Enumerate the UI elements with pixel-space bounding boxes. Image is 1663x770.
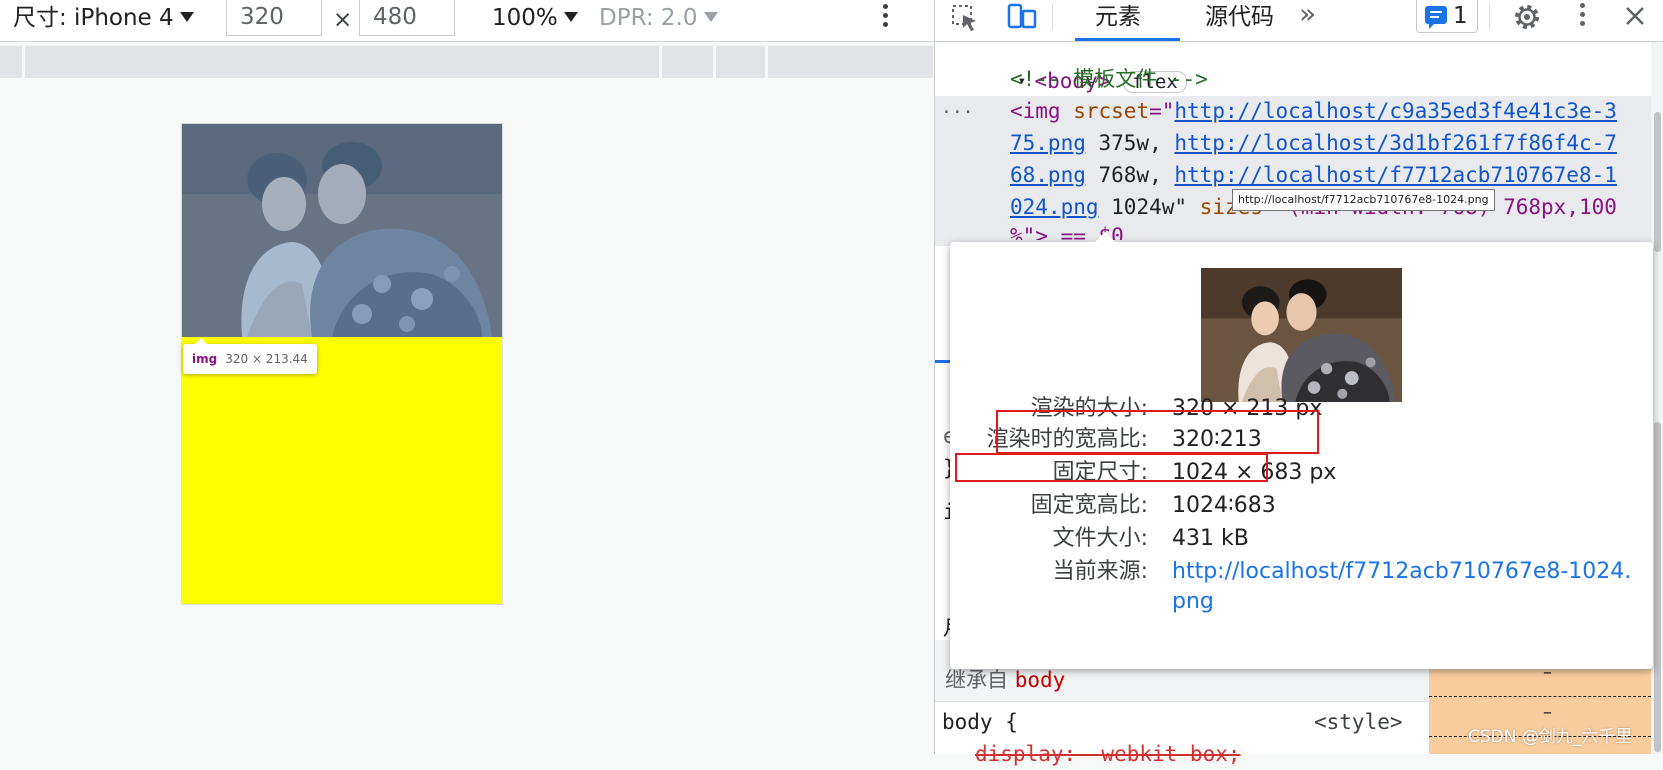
ruler-segment[interactable]: [713, 46, 716, 78]
dom-line-img-2[interactable]: 75.png 375w, http://localhost/3d1bf261f7…: [1010, 127, 1617, 159]
preview-row-file-size: 文件大小: 431 kB: [1052, 526, 1249, 551]
style-rule-selector[interactable]: body {: [942, 706, 1018, 738]
inherited-from-body-link[interactable]: body: [1015, 668, 1066, 692]
dpr-select[interactable]: DPR: 2.0: [599, 4, 718, 32]
inspect-highlight-overlay: [182, 124, 502, 337]
divider: [1489, 4, 1490, 30]
tooltip-dims: 320 × 213.44: [225, 352, 308, 366]
device-select[interactable]: 尺寸: iPhone 4: [13, 4, 194, 32]
chevron-down-icon: [179, 12, 194, 22]
srcset-link-1024[interactable]: http://localhost/f7712acb710767e8-1: [1174, 163, 1617, 187]
preview-row-current-source: 当前来源: http://localhost/f7712acb710767e8-1…: [950, 557, 1653, 614]
img-element-highlight[interactable]: [182, 124, 502, 337]
annotation-box-rendered-ratio: [955, 453, 1268, 482]
inspect-element-icon[interactable]: [950, 3, 980, 33]
issues-count: 1: [1453, 3, 1468, 29]
box-border-value[interactable]: –: [1543, 702, 1552, 723]
tooltip-tag: img: [192, 352, 218, 366]
srcset-link-768-end[interactable]: 68.png: [1010, 163, 1086, 187]
width-input[interactable]: 320: [226, 0, 322, 36]
height-input[interactable]: 480: [359, 0, 455, 36]
srcset-link-1024-end[interactable]: 024.png: [1010, 195, 1099, 219]
dom-line-img-3[interactable]: 68.png 768w, http://localhost/f7712acb71…: [1010, 159, 1617, 191]
dom-comment[interactable]: <!-- 模板文件 -->: [1010, 63, 1208, 95]
more-options-icon[interactable]: [881, 4, 889, 31]
image-preview-popup: 渲染的大小: 320 × 213 px 渲染时的宽高比: 320∶213 固定尺寸:…: [950, 232, 1653, 669]
device-toolbar: 尺寸: iPhone 4 320 × 480 100% DPR: 2.0: [0, 0, 933, 42]
chevron-down-icon: [703, 12, 718, 22]
times-sign: ×: [333, 7, 353, 33]
overridden-declaration[interactable]: display: -webkit-box;: [975, 738, 1241, 770]
message-icon: [1425, 6, 1447, 29]
ruler-segment[interactable]: [659, 46, 662, 78]
srcset-link-768[interactable]: http://localhost/3d1bf261f7f86f4c-7: [1174, 131, 1617, 155]
node-actions-ellipsis[interactable]: ...: [941, 92, 974, 124]
link-url-tooltip: http://localhost/f7712acb710767e8-1024.p…: [1232, 189, 1495, 211]
tab-elements[interactable]: 元素: [1095, 2, 1141, 32]
current-source-link[interactable]: http://localhost/f7712acb710767e8-1024.p…: [1172, 557, 1632, 617]
element-size-tooltip: img 320 × 213.44: [183, 338, 317, 374]
watermark-text: CSDN @剑九_六千里: [1468, 727, 1633, 747]
more-tabs-icon[interactable]: »: [1299, 0, 1316, 29]
settings-gear-icon[interactable]: [1511, 1, 1543, 33]
device-label: 尺寸: iPhone 4: [13, 5, 174, 31]
chevron-down-icon: [563, 12, 578, 22]
zoom-select[interactable]: 100%: [492, 4, 578, 32]
divider: [1052, 4, 1053, 30]
preview-row-intrinsic-ratio: 固定宽高比: 1024∶683: [1030, 493, 1276, 518]
dom-line-img-1[interactable]: <img srcset="http://localhost/c9a35ed3f4…: [1010, 95, 1617, 127]
srcset-link-375[interactable]: http://localhost/c9a35ed3f4e41c3e-3: [1174, 99, 1617, 123]
customize-menu-icon[interactable]: [1578, 3, 1586, 30]
dpr-label: DPR: 2.0: [599, 5, 698, 31]
close-icon[interactable]: [1623, 4, 1647, 28]
annotation-box-rendered-size: [996, 410, 1319, 454]
media-query-ruler[interactable]: [0, 46, 933, 78]
style-rule-source[interactable]: <style>: [1314, 706, 1403, 738]
tab-sources[interactable]: 源代码: [1205, 2, 1274, 32]
issues-badge[interactable]: 1: [1416, 0, 1478, 33]
image-preview-thumbnail: [1201, 268, 1402, 402]
zoom-label: 100%: [492, 5, 558, 31]
ruler-segment[interactable]: [22, 46, 25, 78]
ruler-segment[interactable]: [765, 46, 768, 78]
srcset-link-375-end[interactable]: 75.png: [1010, 131, 1086, 155]
device-toolbar-icon[interactable]: [1006, 2, 1038, 32]
